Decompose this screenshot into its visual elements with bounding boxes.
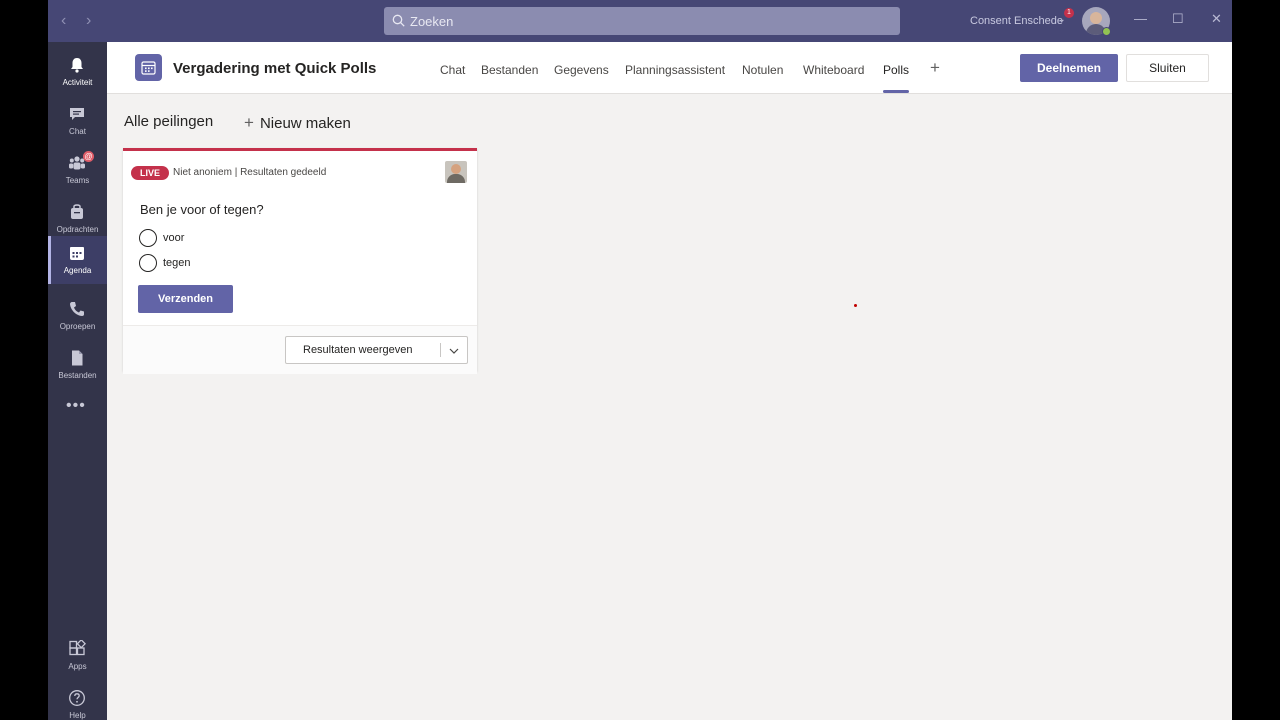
chevron-down-icon[interactable] bbox=[448, 345, 460, 357]
poll-card-footer: Resultaten weergeven bbox=[123, 325, 477, 374]
search-placeholder: Zoeken bbox=[410, 14, 454, 29]
apps-icon bbox=[69, 640, 86, 656]
pointer-dot bbox=[854, 304, 857, 307]
creator-avatar bbox=[445, 161, 467, 183]
meeting-header: Vergadering met Quick Polls Chat Bestand… bbox=[107, 42, 1232, 94]
rail-label: Apps bbox=[68, 662, 87, 671]
tab-whiteboard[interactable]: Whiteboard bbox=[803, 63, 864, 77]
rail-label: Oproepen bbox=[59, 322, 96, 331]
tab-details[interactable]: Gegevens bbox=[554, 63, 609, 77]
radio-button[interactable] bbox=[139, 229, 157, 247]
forward-arrow-icon[interactable]: › bbox=[86, 12, 91, 30]
phone-icon bbox=[70, 302, 84, 316]
teams-window: ‹ › Zoeken Consent Enschede ⌄ 1 — ☐ ✕ Ac… bbox=[48, 0, 1232, 720]
rail-item-activity[interactable]: Activiteit bbox=[48, 48, 107, 96]
rail-label: Opdrachten bbox=[56, 225, 99, 234]
rail-item-files[interactable]: Bestanden bbox=[48, 341, 107, 389]
rail-label: Chat bbox=[69, 127, 86, 136]
dropdown-divider bbox=[440, 343, 441, 357]
tab-files[interactable]: Bestanden bbox=[481, 63, 538, 77]
meeting-calendar-icon bbox=[135, 54, 162, 81]
radio-button[interactable] bbox=[139, 254, 157, 272]
calendar-icon bbox=[70, 247, 84, 260]
minimize-icon[interactable]: — bbox=[1134, 11, 1147, 26]
poll-meta: Niet anoniem | Resultaten gedeeld bbox=[173, 167, 327, 178]
rail-item-chat[interactable]: Chat bbox=[48, 97, 107, 145]
rail-label: Activiteit bbox=[62, 78, 93, 87]
close-button[interactable]: Sluiten bbox=[1126, 54, 1209, 82]
app-rail: Activiteit Chat @ Teams Opdrachten Agend… bbox=[48, 42, 107, 720]
back-arrow-icon[interactable]: ‹ bbox=[61, 12, 66, 30]
mention-badge: @ bbox=[83, 151, 94, 162]
rail-item-teams[interactable]: @ Teams bbox=[48, 146, 107, 194]
title-bar: ‹ › Zoeken Consent Enschede ⌄ 1 — ☐ ✕ bbox=[48, 0, 1232, 42]
rail-item-help[interactable]: Help bbox=[48, 681, 107, 720]
view-results-dropdown[interactable]: Resultaten weergeven bbox=[285, 336, 468, 364]
new-poll-label: Nieuw maken bbox=[259, 115, 351, 132]
active-tab-indicator bbox=[883, 90, 909, 93]
rail-item-apps[interactable]: Apps bbox=[48, 632, 107, 680]
more-apps-icon[interactable]: ••• bbox=[66, 397, 86, 415]
rail-label: Bestanden bbox=[58, 371, 97, 380]
search-input[interactable]: Zoeken bbox=[384, 7, 900, 35]
maximize-icon[interactable]: ☐ bbox=[1172, 11, 1184, 27]
live-badge: LIVE bbox=[131, 166, 169, 180]
meeting-title: Vergadering met Quick Polls bbox=[173, 60, 377, 77]
chat-icon bbox=[70, 108, 84, 120]
new-poll-button[interactable]: + Nieuw maken bbox=[244, 113, 351, 133]
option-label: tegen bbox=[163, 257, 191, 269]
poll-card: LIVE Niet anoniem | Resultaten gedeeld B… bbox=[123, 148, 477, 374]
option-label: voor bbox=[163, 232, 185, 244]
tab-notes[interactable]: Notulen bbox=[742, 63, 783, 77]
assignments-icon bbox=[71, 204, 83, 219]
rail-item-calendar[interactable]: Agenda bbox=[48, 236, 107, 284]
rail-label: Agenda bbox=[63, 266, 92, 275]
join-button[interactable]: Deelnemen bbox=[1020, 54, 1118, 82]
bell-icon bbox=[71, 58, 83, 73]
rail-label: Teams bbox=[65, 176, 90, 185]
view-results-label: Resultaten weergeven bbox=[303, 344, 413, 356]
file-icon bbox=[72, 350, 83, 366]
all-polls-title[interactable]: Alle peilingen bbox=[124, 113, 213, 130]
poll-question: Ben je voor of tegen? bbox=[140, 202, 264, 217]
plus-icon: + bbox=[244, 113, 254, 132]
close-window-icon[interactable]: ✕ bbox=[1211, 11, 1222, 27]
org-switcher[interactable]: Consent Enschede bbox=[970, 15, 1063, 27]
tab-scheduling-assistant[interactable]: Planningsassistent bbox=[625, 63, 725, 77]
rail-item-calls[interactable]: Oproepen bbox=[48, 292, 107, 340]
add-tab-icon[interactable]: + bbox=[930, 58, 940, 78]
tab-chat[interactable]: Chat bbox=[440, 63, 465, 77]
help-icon bbox=[69, 690, 85, 706]
rail-label: Help bbox=[69, 711, 86, 720]
notification-badge: 1 bbox=[1064, 8, 1074, 18]
tab-polls[interactable]: Polls bbox=[883, 63, 909, 77]
submit-button[interactable]: Verzenden bbox=[138, 285, 233, 313]
search-icon bbox=[392, 14, 405, 27]
presence-indicator bbox=[1102, 27, 1111, 36]
